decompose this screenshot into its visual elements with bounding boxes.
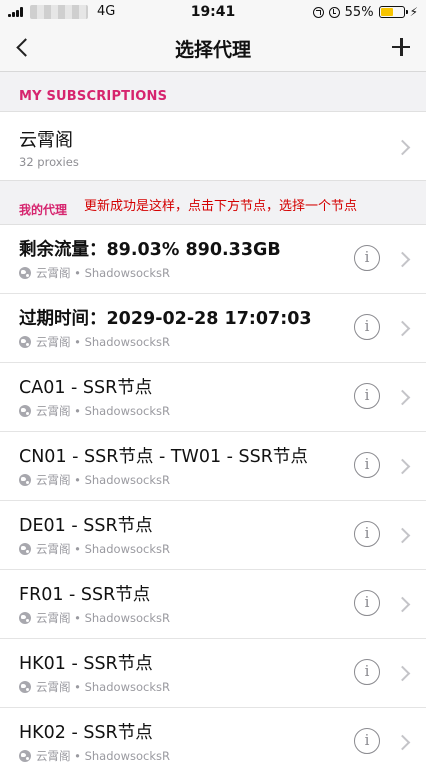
battery-level xyxy=(380,8,393,16)
proxy-details: 云霄阁 • ShadowsocksR xyxy=(19,334,170,350)
alarm-icon xyxy=(328,6,340,18)
rotation-lock-icon xyxy=(312,6,324,18)
info-button[interactable]: i xyxy=(354,659,380,685)
proxy-row-8[interactable]: HK02 - SSR节点 云霄阁 • ShadowsocksR i xyxy=(0,708,426,777)
navigation-bar: 选择代理 xyxy=(0,24,426,72)
proxy-name: CN01 - SSR节点 - TW01 - SSR节点 xyxy=(19,447,308,467)
globe-icon xyxy=(19,681,31,693)
proxy-meta: 云霄阁 • ShadowsocksR xyxy=(36,749,170,763)
subscription-name: 云霄阁 xyxy=(19,130,73,151)
proxy-details: 云霄阁 • ShadowsocksR xyxy=(19,472,170,488)
proxy-row-3[interactable]: CA01 - SSR节点 云霄阁 • ShadowsocksR i xyxy=(0,363,426,432)
chevron-right-icon xyxy=(394,251,411,268)
chevron-right-icon xyxy=(394,139,411,156)
status-icons: 55% ⚡ xyxy=(312,4,418,20)
proxy-row-4[interactable]: CN01 - SSR节点 - TW01 - SSR节点 云霄阁 • Shadow… xyxy=(0,432,426,501)
proxy-details: 云霄阁 • ShadowsocksR xyxy=(19,610,170,626)
proxy-name: FR01 - SSR节点 xyxy=(19,585,151,605)
page-title: 选择代理 xyxy=(174,39,251,61)
proxy-meta: 云霄阁 • ShadowsocksR xyxy=(36,542,170,556)
proxy-name: DE01 - SSR节点 xyxy=(19,516,153,536)
info-button[interactable]: i xyxy=(354,383,380,409)
proxy-row-2[interactable]: 过期时间：2029-02-28 17:07:03 云霄阁 • Shadowsoc… xyxy=(0,294,426,363)
info-button[interactable]: i xyxy=(354,728,380,754)
proxy-details: 云霄阁 • ShadowsocksR xyxy=(19,265,170,281)
subscription-item[interactable]: 云霄阁 32 proxies xyxy=(0,112,426,180)
proxy-row-6[interactable]: FR01 - SSR节点 云霄阁 • ShadowsocksR i xyxy=(0,570,426,639)
proxy-meta: 云霄阁 • ShadowsocksR xyxy=(36,680,170,694)
proxy-meta: 云霄阁 • ShadowsocksR xyxy=(36,473,170,487)
charging-icon: ⚡ xyxy=(409,5,418,19)
chevron-right-icon xyxy=(394,389,411,406)
info-button[interactable]: i xyxy=(354,314,380,340)
globe-icon xyxy=(19,612,31,624)
proxy-details: 云霄阁 • ShadowsocksR xyxy=(19,748,170,764)
battery-percent: 55% xyxy=(344,4,374,20)
chevron-right-icon xyxy=(394,320,411,337)
globe-icon xyxy=(19,474,31,486)
subscription-proxy-count: 32 proxies xyxy=(19,155,79,169)
proxy-name: HK01 - SSR节点 xyxy=(19,654,153,674)
info-button[interactable]: i xyxy=(354,521,380,547)
proxy-list: 剩余流量：89.03% 890.33GB 云霄阁 • ShadowsocksR … xyxy=(0,225,426,777)
add-button[interactable] xyxy=(388,34,414,60)
battery-icon xyxy=(378,6,408,18)
status-bar: 4G 19:41 55% ⚡ xyxy=(0,0,426,24)
proxy-meta: 云霄阁 • ShadowsocksR xyxy=(36,611,170,625)
proxy-row-1[interactable]: 剩余流量：89.03% 890.33GB 云霄阁 • ShadowsocksR … xyxy=(0,225,426,294)
proxy-row-5[interactable]: DE01 - SSR节点 云霄阁 • ShadowsocksR i xyxy=(0,501,426,570)
globe-icon xyxy=(19,336,31,348)
info-button[interactable]: i xyxy=(354,452,380,478)
globe-icon xyxy=(19,543,31,555)
my-proxies-section-header: 我的代理 更新成功是这样，点击下方节点，选择一个节点 xyxy=(0,180,426,225)
proxy-details: 云霄阁 • ShadowsocksR xyxy=(19,541,170,557)
chevron-right-icon xyxy=(394,458,411,475)
info-button[interactable]: i xyxy=(354,245,380,271)
proxy-row-7[interactable]: HK01 - SSR节点 云霄阁 • ShadowsocksR i xyxy=(0,639,426,708)
globe-icon xyxy=(19,405,31,417)
chevron-right-icon xyxy=(394,665,411,682)
chevron-right-icon xyxy=(394,527,411,544)
globe-icon xyxy=(19,267,31,279)
instruction-annotation: 更新成功是这样，点击下方节点，选择一个节点 xyxy=(84,199,358,214)
proxy-meta: 云霄阁 • ShadowsocksR xyxy=(36,266,170,280)
proxy-name: CA01 - SSR节点 xyxy=(19,378,153,398)
chevron-right-icon xyxy=(394,734,411,751)
proxy-details: 云霄阁 • ShadowsocksR xyxy=(19,403,170,419)
proxy-name: 剩余流量：89.03% 890.33GB xyxy=(19,240,281,260)
proxy-meta: 云霄阁 • ShadowsocksR xyxy=(36,335,170,349)
subscriptions-section-header: MY SUBSCRIPTIONS xyxy=(0,72,426,112)
my-proxies-header-label: 我的代理 xyxy=(19,203,68,217)
proxy-meta: 云霄阁 • ShadowsocksR xyxy=(36,404,170,418)
proxy-name: 过期时间：2029-02-28 17:07:03 xyxy=(19,309,312,329)
chevron-right-icon xyxy=(394,596,411,613)
proxy-details: 云霄阁 • ShadowsocksR xyxy=(19,679,170,695)
proxy-name: HK02 - SSR节点 xyxy=(19,723,153,743)
subscriptions-header-label: MY SUBSCRIPTIONS xyxy=(19,89,168,104)
globe-icon xyxy=(19,750,31,762)
info-button[interactable]: i xyxy=(354,590,380,616)
